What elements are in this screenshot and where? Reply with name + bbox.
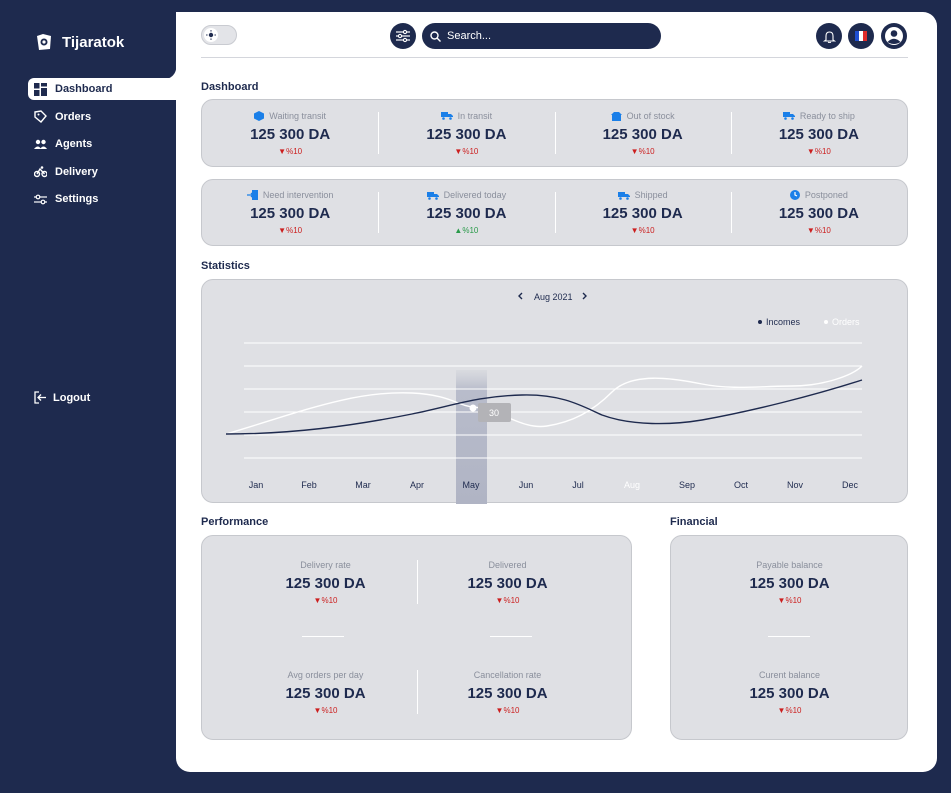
sidebar-item-settings[interactable]: Settings [0, 188, 176, 210]
sliders-icon [34, 194, 47, 204]
divider [302, 636, 344, 637]
topbar [201, 22, 908, 58]
kpi-in-transit: In transit 125 300 DA ▼%10 [378, 100, 554, 166]
x-tick-label: Aug [624, 480, 640, 490]
dashboard-title: Dashboard [201, 81, 259, 93]
sidebar-item-label: Delivery [55, 165, 98, 178]
main-panel: Dashboard Waiting transit 125 300 DA ▼%1… [164, 12, 937, 772]
divider [490, 636, 532, 637]
perf-delivered: Delivered 125 300 DA ▼%10 [467, 560, 548, 605]
logo-icon [37, 34, 51, 50]
box-open-icon [610, 111, 622, 121]
kpi-waiting-transit: Waiting transit 125 300 DA ▼%10 [250, 110, 331, 156]
statistics-chart: Aug 2021 Incomes Orders 30 Jan Feb Mar A… [201, 279, 908, 504]
sign-in-icon [246, 190, 258, 200]
tag-icon [34, 110, 47, 123]
user-icon [885, 27, 903, 45]
sidebar-item-delivery[interactable]: Delivery [0, 161, 176, 183]
users-icon [34, 139, 47, 149]
clock-icon [789, 190, 800, 200]
brand[interactable]: Tijaratok [34, 32, 124, 52]
kpi-out-of-stock: Out of stock 125 300 DA ▼%10 [554, 100, 731, 166]
x-tick-label: Nov [787, 480, 804, 490]
legend-incomes-dot [758, 320, 762, 324]
sidebar-item-label: Dashboard [55, 83, 113, 95]
period-selector[interactable]: Aug 2021 [518, 292, 587, 302]
sun-icon [204, 28, 218, 42]
fin-payable-balance: Payable balance 125 300 DA ▼%10 [749, 560, 830, 605]
chart-legend: Incomes Orders [758, 317, 860, 327]
language-button[interactable] [848, 23, 874, 49]
chevron-left-icon[interactable] [518, 292, 523, 300]
brand-name: Tijaratok [62, 33, 125, 51]
x-axis: Jan Feb Mar Apr May Jun Jul Aug Sep Oct … [249, 480, 859, 490]
search-bar [422, 23, 661, 49]
avatar[interactable] [881, 23, 907, 49]
grid-icon [34, 82, 47, 96]
x-tick-label: Oct [734, 480, 749, 490]
search-input[interactable] [447, 30, 647, 42]
x-tick-label: Feb [301, 480, 317, 490]
x-tick-label: Jul [572, 480, 584, 490]
sidebar-item-label: Settings [55, 193, 99, 205]
chevron-right-icon[interactable] [582, 292, 587, 300]
logout-label: Logout [53, 391, 91, 404]
performance-title: Performance [201, 516, 269, 528]
sidebar-item-label: Orders [55, 110, 92, 123]
kpi-ready-to-ship: Ready to ship 125 300 DA ▼%10 [730, 100, 907, 166]
highlight-point[interactable] [469, 404, 477, 412]
x-tick-label: Sep [679, 480, 695, 490]
kpi-card-row2: Need intervention 125 300 DA ▼%10 Delive… [201, 179, 908, 246]
sidebar-item-dashboard[interactable]: Dashboard [28, 78, 176, 100]
bell-icon [822, 30, 836, 43]
sidebar-item-agents[interactable]: Agents [0, 133, 176, 155]
financial-title: Financial [670, 516, 718, 528]
theme-toggle[interactable] [201, 25, 237, 45]
x-tick-label: Jun [519, 480, 534, 490]
period-label: Aug 2021 [534, 292, 573, 302]
kpi-postponed: Postponed 125 300 DA ▼%10 [730, 180, 907, 245]
french-flag-icon [855, 31, 867, 41]
filter-button[interactable] [390, 23, 416, 49]
x-tick-label: Apr [410, 480, 424, 490]
logout-icon [34, 391, 46, 404]
sliders-icon [396, 29, 410, 43]
perf-cancellation-rate: Cancellation rate 125 300 DA ▼%10 [467, 670, 548, 715]
financial-card: Payable balance 125 300 DA ▼%10 Curent b… [670, 535, 908, 740]
truck-icon [617, 191, 630, 200]
notification-button[interactable] [816, 23, 842, 49]
legend-incomes-label: Incomes [766, 317, 801, 327]
search-icon [430, 30, 441, 42]
legend-orders-label: Orders [832, 317, 860, 327]
sidebar-nav: Dashboard Orders Agents Delivery Setting… [0, 78, 176, 216]
kpi-card-row1: Waiting transit 125 300 DA ▼%10 In trans… [201, 99, 908, 167]
performance-card: Delivery rate 125 300 DA ▼%10 Delivered … [201, 535, 632, 740]
kpi-shipped: Shipped 125 300 DA ▼%10 [554, 180, 731, 245]
truck-icon [440, 112, 453, 120]
x-tick-label: Jan [249, 480, 264, 490]
bike-icon [34, 166, 47, 178]
box-icon [254, 110, 265, 121]
divider [417, 670, 418, 714]
x-tick-label: Dec [842, 480, 859, 490]
logout-button[interactable]: Logout [34, 391, 90, 404]
tooltip-value: 30 [489, 408, 499, 418]
series-orders-line [225, 365, 863, 435]
truck-fast-icon [782, 112, 795, 120]
divider [417, 560, 418, 604]
line-chart: Aug 2021 Incomes Orders 30 Jan Feb Mar A… [225, 292, 863, 504]
legend-orders-dot [824, 320, 828, 324]
fin-current-balance: Curent balance 125 300 DA ▼%10 [749, 670, 830, 715]
sidebar-item-label: Agents [55, 138, 93, 150]
x-tick-label: May [462, 480, 480, 490]
truck-check-icon [426, 191, 439, 200]
x-tick-label: Mar [355, 480, 371, 490]
divider [768, 636, 810, 637]
kpi-need-intervention: Need intervention 125 300 DA ▼%10 [202, 180, 378, 245]
kpi-delivered-today: Delivered today 125 300 DA ▲%10 [378, 180, 554, 245]
sidebar-item-orders[interactable]: Orders [0, 106, 176, 128]
statistics-title: Statistics [201, 260, 250, 272]
grid-lines [244, 342, 862, 459]
